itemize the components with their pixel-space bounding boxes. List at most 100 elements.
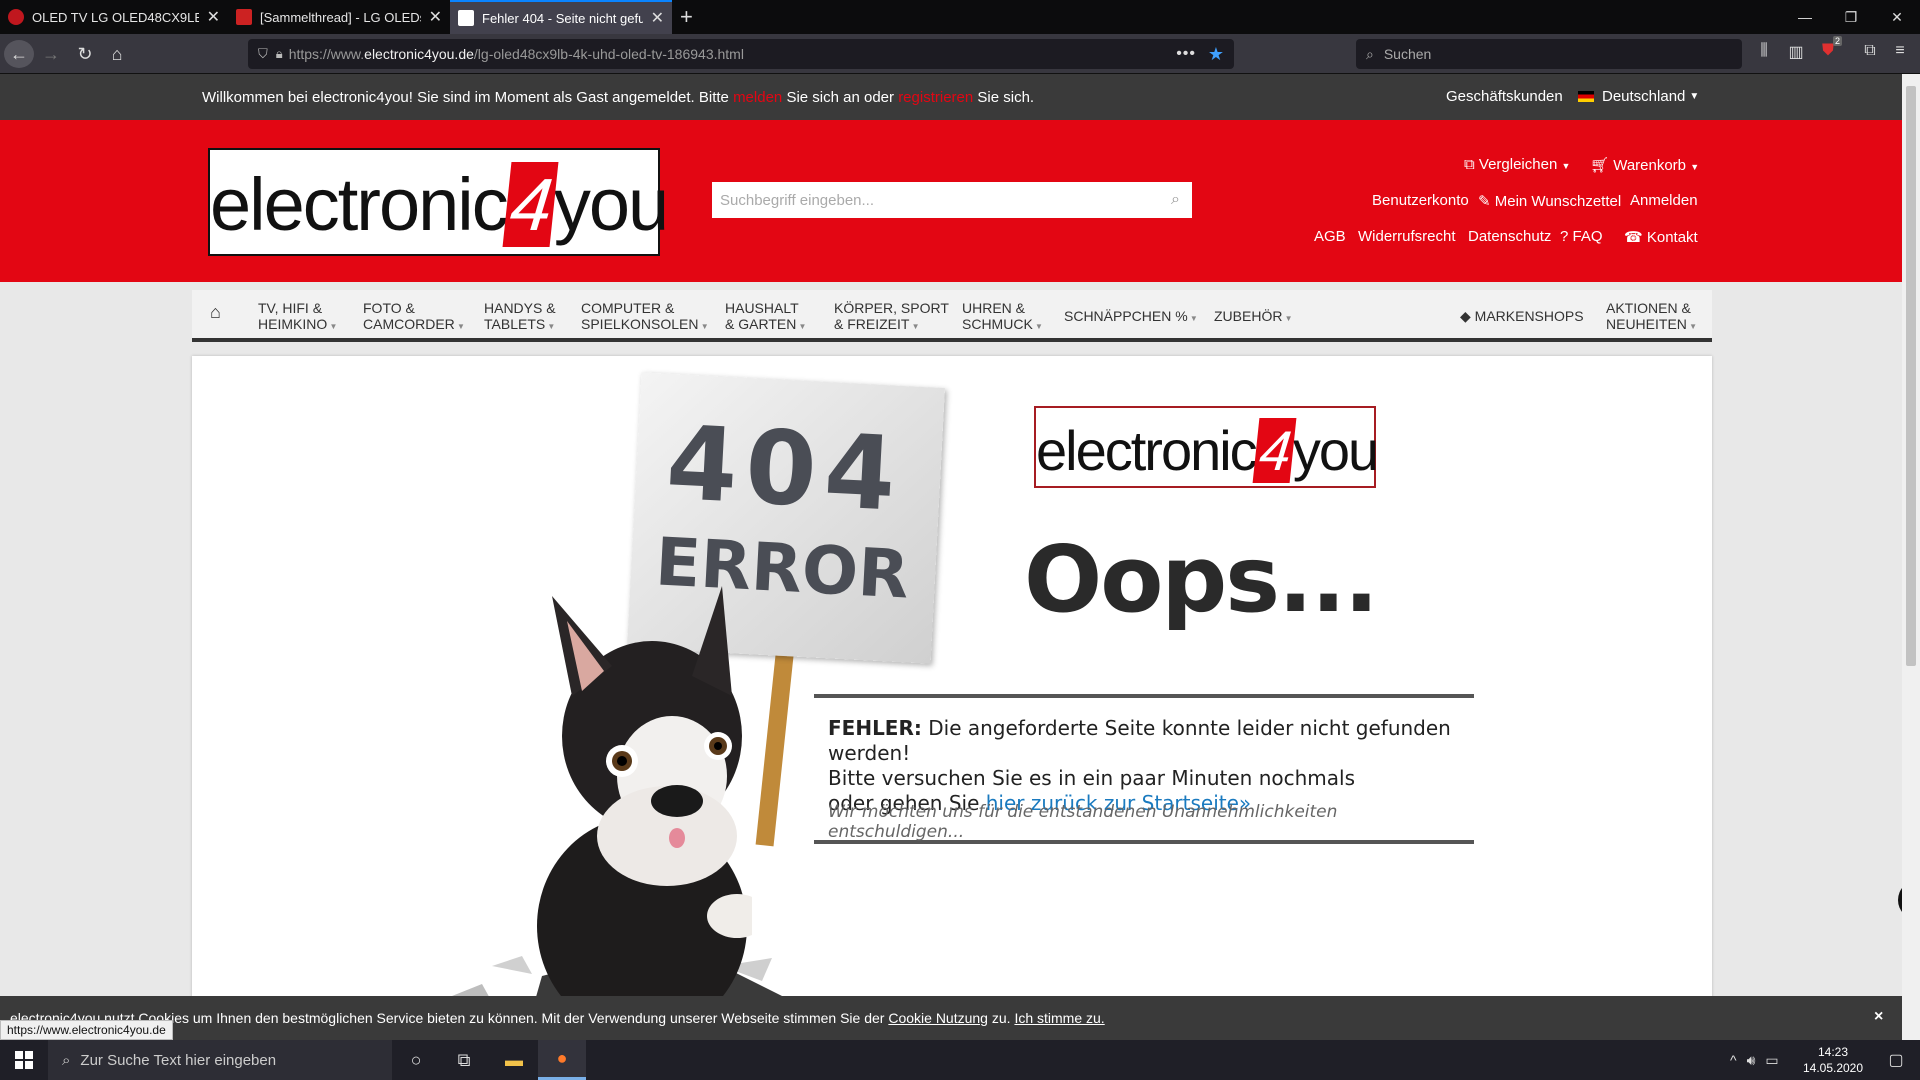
menu-item-haushalt[interactable]: HAUSHALT & GARTEN ▼ xyxy=(725,300,806,335)
clock-date: 14.05.2020 xyxy=(1802,1061,1864,1075)
account-link[interactable]: Benutzerkonto xyxy=(1372,192,1469,209)
edit-icon: ✎ xyxy=(1478,193,1491,210)
sidebar-icon[interactable]: ▥ xyxy=(1782,42,1810,66)
menu-item-aktionen[interactable]: AKTIONEN & NEUHEITEN ▼ xyxy=(1606,300,1697,335)
contact-link[interactable]: ☎ Kontakt xyxy=(1624,228,1698,246)
cookie-close-icon[interactable]: × xyxy=(1874,1008,1883,1026)
hamburger-menu-icon[interactable]: ≡ xyxy=(1886,42,1914,66)
chevron-down-icon: ▼ xyxy=(1032,322,1043,331)
back-button[interactable]: ← xyxy=(4,40,34,68)
agb-link[interactable]: AGB xyxy=(1314,228,1346,245)
site-logo[interactable]: electronic4you xyxy=(208,148,669,256)
close-window-button[interactable]: ✕ xyxy=(1874,0,1920,34)
register-link[interactable]: registrieren xyxy=(898,89,973,106)
faq-label: FAQ xyxy=(1572,228,1603,245)
login-link[interactable]: melden xyxy=(733,89,782,106)
menu-item-computer[interactable]: COMPUTER & SPIELKONSOLEN ▼ xyxy=(581,300,709,335)
chevron-down-icon: ▼ xyxy=(698,322,709,331)
home-icon[interactable]: ⌂ xyxy=(210,303,221,321)
browser-search-input[interactable]: ⌕ Suchen xyxy=(1356,39,1742,69)
menu-line: TV, HIFI & xyxy=(258,300,323,316)
windows-start-icon[interactable] xyxy=(0,1040,48,1080)
main-menu: ⌂ TV, HIFI & HEIMKINO ▼ FOTO & CAMCORDER ▼… xyxy=(192,290,1712,342)
menu-item-markenshops[interactable]: ◆ MARKENSHOPS xyxy=(1460,308,1584,324)
chevron-up-icon[interactable]: ^ xyxy=(1730,1052,1737,1068)
country-selector[interactable]: Deutschland ▼ xyxy=(1578,88,1699,105)
cookie-banner: electronic4you nutzt Cookies um Ihnen de… xyxy=(0,996,1902,1040)
page-actions-icon[interactable]: ••• xyxy=(1176,45,1196,63)
tab-oled-tv[interactable]: OLED TV LG OLED48CX9LB OLED ✕ xyxy=(0,0,228,34)
menu-item-tv[interactable]: TV, HIFI & HEIMKINO ▼ xyxy=(258,300,337,335)
menu-item-handys[interactable]: HANDYS & TABLETS ▼ xyxy=(484,300,556,335)
cookie-policy-link[interactable]: Cookie Nutzung xyxy=(888,1010,988,1026)
lock-icon[interactable]: 🔒︎ xyxy=(276,46,283,62)
sign-number: 404 xyxy=(663,403,907,535)
cortana-icon[interactable]: ○ xyxy=(392,1040,440,1080)
menu-item-foto[interactable]: FOTO & CAMCORDER ▼ xyxy=(363,300,465,335)
cart-link[interactable]: 🛒︎ Warenkorb ▼ xyxy=(1590,156,1699,174)
url-bar[interactable]: ⛉ 🔒︎ https://www. electronic4you.de/lg-ol… xyxy=(248,39,1234,69)
logo-text-right: you xyxy=(553,163,669,246)
menu-line: NEUHEITEN xyxy=(1606,316,1687,332)
menu-item-zubehoer[interactable]: ZUBEHÖR ▼ xyxy=(1214,308,1293,327)
question-icon: ? xyxy=(1560,228,1569,245)
close-tab-icon[interactable]: ✕ xyxy=(207,7,220,27)
welcome-text: Willkommen bei electronic4you! Sie sind … xyxy=(202,89,1034,106)
error-content: 404 ERROR electronic4you Oops... FEHLER:… xyxy=(192,356,1712,1040)
site-search-input[interactable]: Suchbegriff eingeben... ⌕ xyxy=(712,182,1192,218)
taskbar-clock[interactable]: 14:23 14.05.2020 xyxy=(1798,1044,1868,1076)
tab-favicon-icon xyxy=(458,10,474,26)
menu-item-schnaeppchen[interactable]: SCHNÄPPCHEN % ▼ xyxy=(1064,308,1198,327)
chevron-down-icon: ▼ xyxy=(454,322,465,331)
menu-item-koerper[interactable]: KÖRPER, SPORT & FREIZEIT ▼ xyxy=(834,300,949,335)
url-host: electronic4you.de xyxy=(364,46,474,62)
tab-sammelthread[interactable]: [Sammelthread] - LG OLEDs, al ✕ xyxy=(228,0,450,34)
wishlist-link[interactable]: ✎ Mein Wunschzettel xyxy=(1478,192,1621,210)
search-icon[interactable]: ⌕ xyxy=(1171,191,1180,209)
new-tab-button[interactable]: + xyxy=(680,4,693,30)
cookie-mid-text: zu. xyxy=(991,1010,1011,1026)
menu-line: MARKENSHOPS xyxy=(1474,308,1584,324)
error-label: FEHLER: xyxy=(828,716,922,740)
ublock-icon[interactable]: ⛊ 2 xyxy=(1814,36,1842,66)
login-header-link[interactable]: Anmelden xyxy=(1630,192,1698,209)
network-icon[interactable]: ▭ xyxy=(1765,1052,1778,1069)
close-tab-icon[interactable]: ✕ xyxy=(651,8,664,28)
reload-button[interactable]: ↻ xyxy=(70,40,100,68)
faq-link[interactable]: ? FAQ xyxy=(1560,228,1603,245)
extensions-icon[interactable]: ⧉ xyxy=(1856,42,1884,66)
compare-link[interactable]: ⧉ Vergleichen ▼ xyxy=(1464,156,1570,173)
page-scrollbar[interactable] xyxy=(1902,74,1920,1040)
library-icon[interactable]: ⫼ xyxy=(1750,42,1778,66)
file-explorer-icon[interactable]: ▬ xyxy=(490,1040,538,1080)
forward-button[interactable]: → xyxy=(36,40,66,68)
close-tab-icon[interactable]: ✕ xyxy=(429,7,442,27)
tab-error-404[interactable]: Fehler 404 - Seite nicht gefunde ✕ xyxy=(450,0,672,34)
privacy-link[interactable]: Datenschutz xyxy=(1468,228,1551,245)
chevron-down-icon: ▼ xyxy=(545,322,556,331)
welcome-prefix: Willkommen bei electronic4you! Sie sind … xyxy=(202,89,729,106)
scrollbar-thumb[interactable] xyxy=(1906,86,1916,666)
taskbar-search-input[interactable]: ⌕ Zur Suche Text hier eingeben xyxy=(48,1040,392,1080)
url-path: /lg-oled48cx9lb-4k-uhd-oled-tv-186943.ht… xyxy=(473,46,744,62)
minimize-button[interactable]: — xyxy=(1782,0,1828,34)
error-message-box: FEHLER: Die angeforderte Seite konnte le… xyxy=(814,694,1474,844)
bookmark-star-icon[interactable]: ★ xyxy=(1208,44,1224,65)
task-view-icon[interactable]: ⧉ xyxy=(440,1040,488,1080)
dog-illustration xyxy=(492,586,767,1036)
firefox-icon[interactable]: ● xyxy=(538,1040,586,1080)
compare-icon: ⧉ xyxy=(1464,156,1475,173)
page-viewport: Willkommen bei electronic4you! Sie sind … xyxy=(0,74,1902,1040)
error-text: FEHLER: Die angeforderte Seite konnte le… xyxy=(828,716,1474,816)
business-customers-link[interactable]: Geschäftskunden xyxy=(1446,88,1563,105)
withdrawal-link[interactable]: Widerrufsrecht xyxy=(1358,228,1456,245)
cookie-agree-link[interactable]: Ich stimme zu. xyxy=(1014,1010,1104,1026)
menu-line: & GARTEN xyxy=(725,316,797,332)
menu-line: TABLETS xyxy=(484,316,546,332)
home-button[interactable]: ⌂ xyxy=(102,40,132,68)
menu-item-uhren[interactable]: UHREN & SCHMUCK ▼ xyxy=(962,300,1043,335)
notification-icon[interactable]: ▢ xyxy=(1872,1040,1920,1080)
shield-icon[interactable]: ⛉ xyxy=(258,46,268,62)
speaker-icon[interactable]: 🔊︎ xyxy=(1747,1052,1756,1069)
restore-button[interactable]: ❐ xyxy=(1828,0,1874,34)
